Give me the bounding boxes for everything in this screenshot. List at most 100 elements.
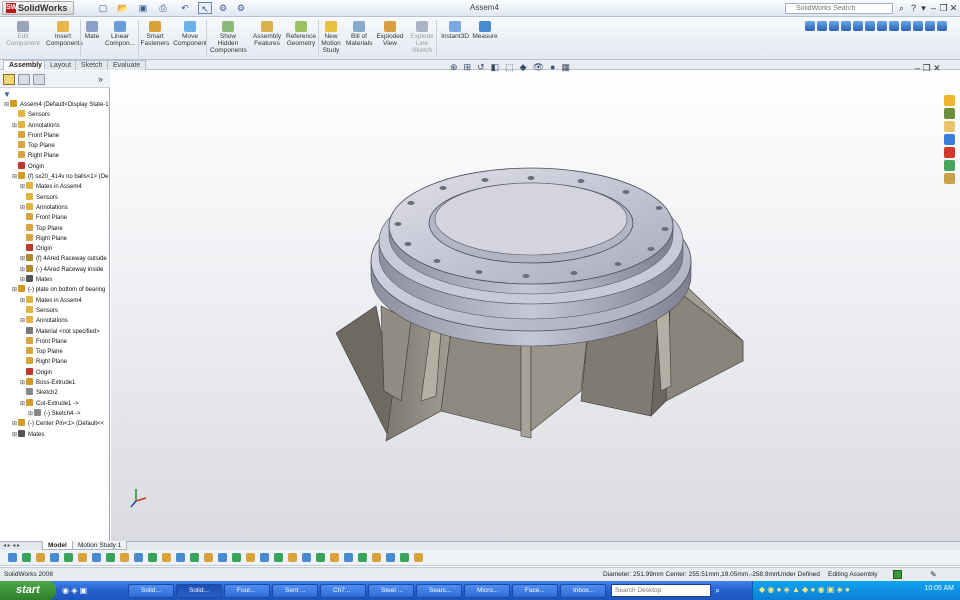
filter-results-icon[interactable]: [288, 553, 297, 562]
desktop-search-input[interactable]: [611, 584, 711, 597]
tree-node[interactable]: Sensors: [0, 305, 110, 316]
view-icon[interactable]: [877, 21, 887, 31]
tree-node[interactable]: Top Plane: [0, 347, 110, 357]
zoom-to-fit-icon[interactable]: ⊕: [450, 62, 458, 74]
smart-fasteners-button[interactable]: Smart Fasteners: [140, 21, 170, 61]
tree-node[interactable]: ⊞ Mates: [0, 429, 110, 440]
tree-node[interactable]: ⊞ Cut-Extrude1 ->: [0, 398, 110, 409]
view-icon[interactable]: [913, 21, 923, 31]
design-library-icon[interactable]: [944, 108, 955, 119]
taskbar-window-button[interactable]: Ch7...: [320, 584, 366, 598]
taskbar-window-button[interactable]: Searc...: [416, 584, 462, 598]
resources-icon[interactable]: [944, 95, 955, 106]
tab-scroll-arrows-icon[interactable]: ◂ ▸ ◂ ▸: [3, 542, 20, 549]
motor-icon[interactable]: [120, 553, 129, 562]
new-motion-study-button[interactable]: New Motion Study: [320, 21, 342, 61]
move-component-button[interactable]: Move Component: [173, 21, 207, 61]
tree-node[interactable]: ⊞ (-) Sketch4 ->: [0, 408, 110, 419]
tree-node[interactable]: Origin: [0, 161, 110, 172]
appearances-icon[interactable]: [944, 160, 955, 171]
tree-node[interactable]: ⊞ Mates: [0, 275, 110, 285]
autokey-icon[interactable]: [64, 553, 73, 562]
filter-driving-icon[interactable]: [260, 553, 269, 562]
insert-components-button[interactable]: Insert Components: [46, 21, 83, 61]
tree-node[interactable]: Front Plane: [0, 213, 110, 223]
tree-node[interactable]: ⊞ Annotations: [0, 202, 110, 213]
viewport-minimize-icon[interactable]: –: [915, 63, 920, 73]
file-explorer-icon[interactable]: [944, 121, 955, 132]
explode-line-sketch-button[interactable]: Explode Line Sketch: [408, 21, 436, 61]
view-icon[interactable]: [817, 21, 827, 31]
view-orientation-icon[interactable]: ⬚: [505, 62, 514, 74]
toolbox-icon[interactable]: [944, 147, 955, 158]
light-icon[interactable]: [330, 553, 339, 562]
expand-panel-icon[interactable]: »: [98, 74, 103, 84]
rebuild-icon[interactable]: ⚙: [216, 2, 230, 14]
tray-icons[interactable]: ◆ ◉ ● ◈ ▲ ◆ ● ◉ ▣ ◈ ●: [759, 585, 850, 594]
tree-node[interactable]: Front Plane: [0, 336, 110, 347]
search-icon[interactable]: ⌕: [896, 2, 907, 14]
camera-icon[interactable]: [316, 553, 325, 562]
tree-node[interactable]: ⊞ Mates in Assem4: [0, 295, 110, 306]
tree-node[interactable]: ⊞ (f) sx20_414v no balls<1> (De: [0, 172, 110, 182]
view-icon[interactable]: [901, 21, 911, 31]
measure-button[interactable]: Measure: [472, 21, 498, 61]
tree-node[interactable]: ⊞ Annotations: [0, 316, 110, 326]
help-key-icon[interactable]: [414, 553, 423, 562]
configuration-manager-tab-icon[interactable]: [33, 74, 45, 85]
display-style-icon[interactable]: ◆: [520, 62, 527, 74]
filter-icon[interactable]: ▼: [3, 90, 11, 99]
tab-sketch[interactable]: Sketch: [75, 60, 109, 70]
filter-animated-icon[interactable]: [246, 553, 255, 562]
solidworks-menu-button[interactable]: SW SolidWorks: [2, 1, 75, 15]
taskbar-window-button[interactable]: Micro...: [464, 584, 510, 598]
taskbar-window-button[interactable]: Sent ...: [272, 584, 318, 598]
tab-layout[interactable]: Layout: [44, 60, 78, 70]
appearance-key-icon[interactable]: [344, 553, 353, 562]
tree-node[interactable]: Material <not specified>: [0, 326, 110, 337]
tree-node[interactable]: ⊞ Boss-Extrude1: [0, 378, 110, 388]
save-icon[interactable]: ▣: [136, 2, 150, 14]
taskbar-window-button[interactable]: Solid...: [128, 584, 174, 598]
tree-node[interactable]: Origin: [0, 244, 110, 254]
mate-key-icon[interactable]: [358, 553, 367, 562]
damper-icon[interactable]: [148, 553, 157, 562]
save-animation-icon[interactable]: [232, 553, 241, 562]
feature-manager-tab-icon[interactable]: [3, 74, 15, 85]
view-icon[interactable]: [937, 21, 947, 31]
tree-node[interactable]: ⊞ Assem4 (Default<Display State-1: [0, 100, 110, 110]
tree-node[interactable]: Right Plane: [0, 357, 110, 367]
hide-show-icon[interactable]: 👁: [533, 62, 544, 74]
play-from-start-icon[interactable]: [8, 553, 17, 562]
linear-compon-button[interactable]: Linear Compon...: [104, 21, 136, 61]
add-key-icon[interactable]: [78, 553, 87, 562]
spring-icon[interactable]: [134, 553, 143, 562]
print-icon[interactable]: ⎙: [156, 2, 170, 14]
tree-node[interactable]: ⊞ (-) Center Pin<1> (Default<<: [0, 419, 110, 429]
tree-node[interactable]: ⊞ (f) 4Ared Raceway outside: [0, 254, 110, 264]
collapse-icon[interactable]: [386, 553, 395, 562]
view-icon[interactable]: [853, 21, 863, 31]
tab-motion-study[interactable]: Motion Study 1: [72, 541, 128, 550]
tree-node[interactable]: Sensors: [0, 110, 110, 120]
bill-of-materials-button[interactable]: Bill of Materials: [346, 21, 372, 61]
tree-node[interactable]: Front Plane: [0, 130, 110, 141]
select-icon[interactable]: ↖: [198, 2, 212, 14]
open-folder-icon[interactable]: 📂: [116, 2, 130, 14]
tree-node[interactable]: ⊞ Mates in Assem4: [0, 182, 110, 192]
custom-properties-icon[interactable]: [944, 173, 955, 184]
view-icon[interactable]: [805, 21, 815, 31]
tree-node[interactable]: Right Plane: [0, 233, 110, 244]
tab-assembly[interactable]: Assembly: [3, 60, 49, 70]
filter-selected-icon[interactable]: [274, 553, 283, 562]
tree-node[interactable]: Right Plane: [0, 151, 110, 161]
tree-node[interactable]: Top Plane: [0, 223, 110, 234]
results-icon[interactable]: [204, 553, 213, 562]
previous-view-icon[interactable]: ↺: [477, 62, 485, 74]
zoom-out-icon[interactable]: [106, 553, 115, 562]
start-button[interactable]: start: [0, 581, 56, 600]
calculate-icon[interactable]: [50, 553, 59, 562]
graphics-area[interactable]: [111, 71, 960, 541]
undo-icon[interactable]: ↶: [178, 2, 192, 14]
playback-speed-icon[interactable]: [218, 553, 227, 562]
